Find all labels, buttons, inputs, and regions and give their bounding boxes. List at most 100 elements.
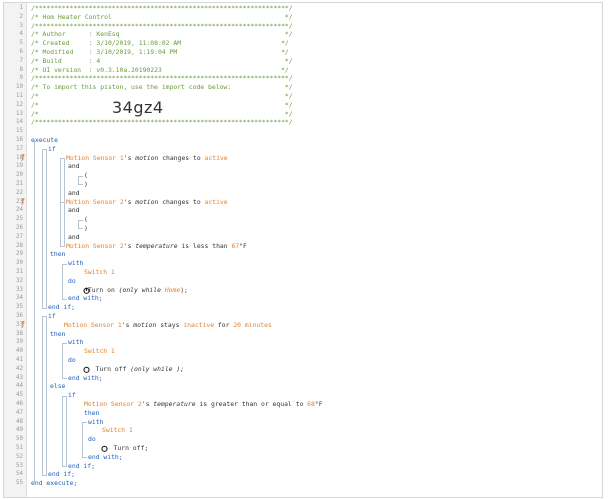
line-number: 24 [16,207,23,214]
code-token: ( [84,171,88,180]
device-name[interactable]: Motion Sensor 2 [66,198,124,206]
end-execute: end execute; [31,479,77,488]
comment-line: /* UI version : v0.3.10a.20190223 */ [31,66,289,75]
code-token: Turn on [87,285,119,294]
device-name[interactable]: Motion Sensor 1 [66,154,124,162]
code-token: 's [123,197,136,206]
action-line: Turn on (only while Home); [84,286,188,295]
line-number: 39 [16,339,23,346]
code-token: is greater than or equal to [195,400,308,408]
indent-guide [66,395,67,466]
line-number: 25 [16,216,23,223]
code-token: temperature [135,241,178,250]
indent-guide [42,149,43,308]
line-number: 40 [16,348,23,355]
end-if: end if; [68,462,95,471]
device-name[interactable]: Switch 1 [102,426,133,434]
line-number: 20 [16,172,23,179]
if-keyword: if [48,312,56,321]
line-number: 54 [16,471,23,478]
comment-line: /* Build : 4 */ [31,57,293,66]
code-token: end with; [68,294,103,303]
indent-guide [34,140,35,484]
action-line: Turn off; [102,444,149,453]
code-token: 68 [307,400,315,408]
indent-guide [42,316,43,475]
code-token: end if; [48,470,75,479]
group-open: ( [84,215,88,224]
action-line: Turn off (only while ); [84,364,185,374]
line-number-gutter: 1 2 3 4 5 6 7 8 9 10 11 12 13 14 15 16 17 18 ƒ 19 20 21 22 23 ƒ 2… [4,3,27,497]
then-keyword: then [50,250,65,259]
code-token: Turn off [95,364,131,373]
group-close: ) [84,224,88,233]
code-token: Home [164,285,181,294]
execute-keyword: execute [31,136,58,145]
indent-guide [78,219,79,229]
code-token: ( [84,215,88,224]
group-open: ( [84,171,88,180]
code-token: /***************************************… [31,118,293,127]
comment-line: /***************************************… [31,118,293,127]
code-token: /* Hom Heater Control */ [31,12,293,21]
indent-guide [78,228,83,230]
line-number: 49 [16,427,23,434]
device-name[interactable]: Motion Sensor 2 [66,242,124,250]
line-number: 34 [16,295,23,302]
indent-guide [78,175,83,177]
breakpoint-icon[interactable]: ƒ [21,198,27,207]
code-token: ) [84,224,88,232]
indent-guide [62,263,63,299]
device-name[interactable]: Switch 1 [84,268,115,276]
code-token: end execute; [31,479,78,488]
device-name[interactable]: Motion Sensor 2 [84,400,142,408]
code-token: end with; [68,373,103,382]
code-token: with [88,417,104,426]
line-number: 31 [16,269,23,275]
do-keyword: do [88,435,96,444]
code-editor[interactable]: 1 2 3 4 5 6 7 8 9 10 11 12 13 14 15 16 17 18 ƒ 19 20 21 22 23 ƒ 2… [3,2,603,498]
code-token: (only while [118,285,165,294]
code-token: motion [135,197,159,206]
device-name[interactable]: Switch 1 [84,347,115,355]
line-number: 2 [19,13,24,20]
device-line: Switch 1 [84,347,115,356]
code-token: Turn off; [113,444,149,452]
code-token: motion [133,320,157,329]
comment-line: /* Created : 3/10/2019, 11:08:02 AM */ [31,39,289,48]
code-token: temperature [153,400,196,408]
code-token: if [48,144,56,153]
line-number: 33 [16,286,23,293]
end-with: end with; [68,374,103,383]
comment-line: /* Author : KenEsq */ [31,30,293,39]
line-number: 3 [19,22,24,29]
comment-line: /* To import this piston, use the import… [31,83,293,92]
device-name[interactable]: Motion Sensor 1 [64,321,122,329]
if-keyword: if [48,145,56,154]
breakpoint-icon[interactable]: ƒ [21,321,27,330]
code-token: then [50,329,66,338]
line-number: 50 [16,436,23,443]
line-number: 13 [16,110,23,117]
group-close: ) [84,180,88,189]
condition-line: Motion Sensor 2's motion changes to acti… [66,198,228,207]
code-token: 's [123,241,136,250]
condition-line: Motion Sensor 1's motion changes to acti… [66,154,228,163]
code-token: execute [31,136,58,144]
import-code: 34gz4 [112,98,164,117]
operator-line: and [68,189,80,198]
line-number: 36 [16,313,23,319]
indent-guide [62,342,63,378]
line-number: 43 [16,374,23,381]
line-number: 55 [16,480,23,487]
breakpoint-icon[interactable]: ƒ [21,154,27,163]
line-number: 7 [19,57,24,64]
line-number: 51 [16,445,23,451]
comment-line: /***************************************… [31,22,293,31]
indent-guide [62,378,67,379]
line-number: 38 [16,330,23,337]
code-token: 's [123,153,136,162]
code-token: changes to [158,153,205,162]
comment-line: /* Modified : 3/10/2019, 1:19:04 PM */ [31,48,289,57]
condition-line: Motion Sensor 1's motion stays inactive … [64,321,272,330]
